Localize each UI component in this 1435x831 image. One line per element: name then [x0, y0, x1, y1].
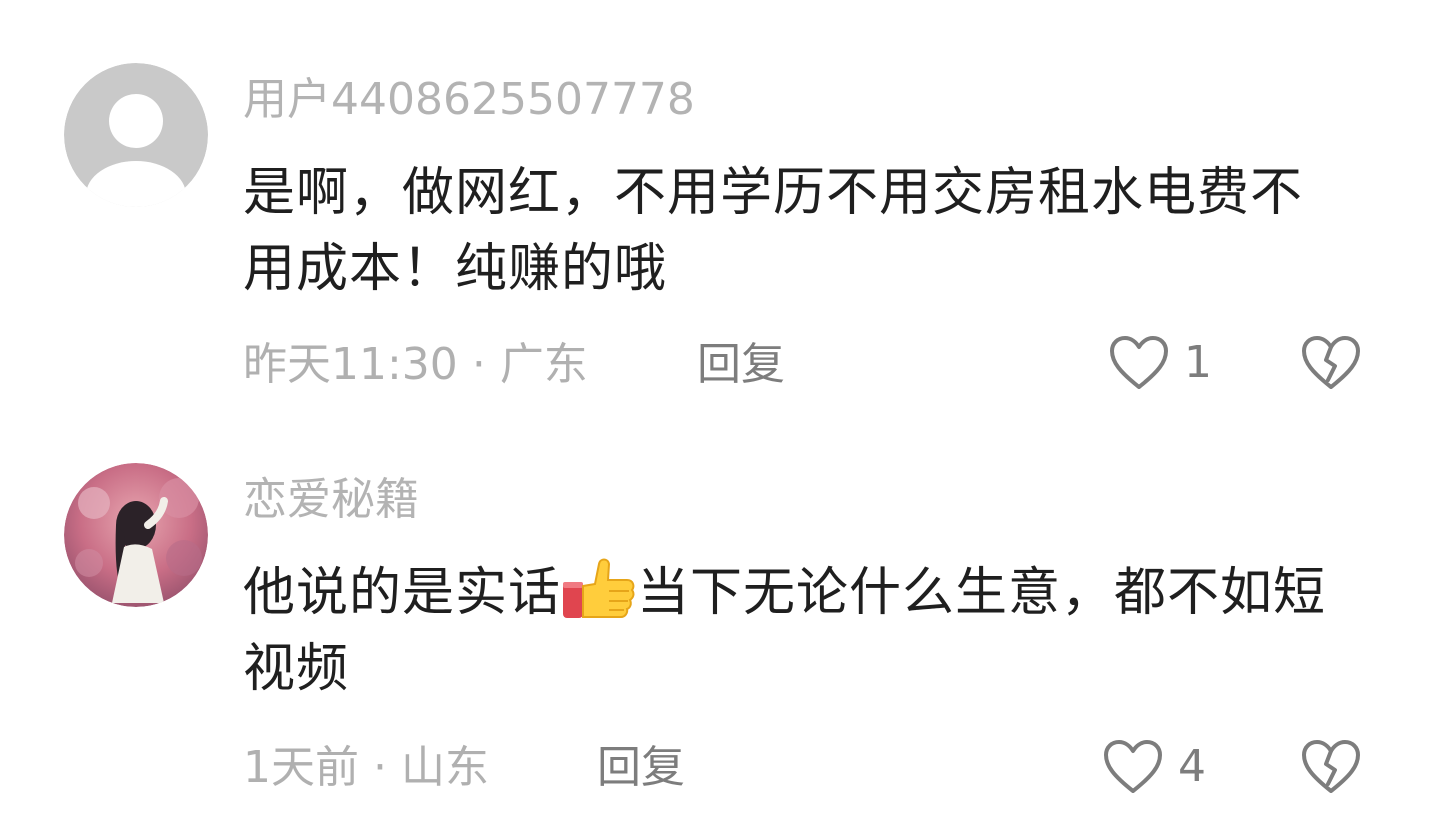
dislike-button[interactable] — [1300, 738, 1362, 800]
reply-button[interactable]: 回复 — [597, 746, 685, 790]
comment-text-part: 他说的是实话 — [243, 563, 562, 623]
comment-time: 昨天11:30 — [243, 339, 458, 390]
reply-button[interactable]: 回复 — [697, 343, 785, 387]
heart-icon — [1110, 336, 1168, 389]
photo-avatar-image — [64, 463, 208, 607]
broken-heart-icon — [1302, 740, 1360, 793]
comment-location: 山东 — [401, 742, 489, 793]
comment-meta: 1天前 · 山东 — [243, 746, 489, 790]
username[interactable]: 用户4408625507778 — [243, 78, 695, 122]
comment-text: 他说的是实话 当下无论什么生意，都不如短视频 — [243, 555, 1353, 707]
username[interactable]: 恋爱秘籍 — [243, 478, 419, 522]
heart-icon — [1104, 740, 1162, 793]
comment-text: 是啊，做网红，不用学历不用交房租水电费不用成本！纯赚的哦 — [243, 163, 1304, 299]
like-count: 1 — [1184, 337, 1212, 388]
meta-separator: · — [471, 339, 486, 390]
avatar[interactable] — [64, 463, 208, 607]
comment-time: 1天前 — [243, 742, 359, 793]
broken-heart-icon — [1302, 336, 1360, 389]
like-button[interactable]: 4 — [1102, 738, 1206, 796]
like-count: 4 — [1178, 741, 1206, 792]
default-avatar-icon — [64, 63, 208, 207]
avatar[interactable] — [64, 63, 208, 207]
comment-location: 广东 — [499, 339, 588, 390]
dislike-button[interactable] — [1300, 334, 1362, 396]
like-button[interactable]: 1 — [1108, 334, 1212, 392]
comment-meta: 昨天11:30 · 广东 — [243, 343, 588, 387]
meta-separator: · — [373, 742, 387, 793]
thumbs-up-icon — [563, 558, 635, 618]
